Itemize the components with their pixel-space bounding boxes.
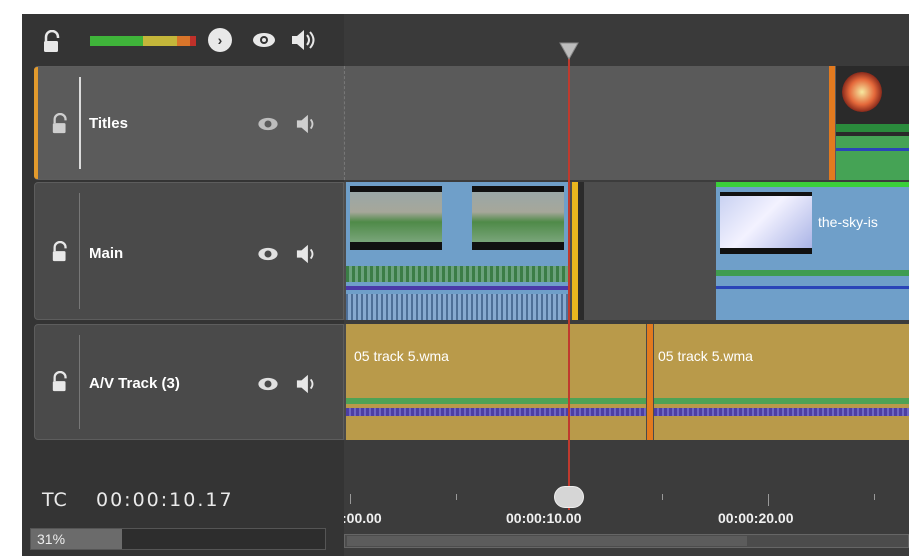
volume-line	[346, 286, 568, 290]
master-track-header: ›	[22, 14, 344, 66]
track-name: Titles	[89, 115, 128, 132]
speaker-icon[interactable]	[295, 113, 319, 135]
clip-line	[836, 148, 909, 151]
track-name: Main	[89, 245, 124, 262]
lock-icon[interactable]	[51, 371, 71, 393]
video-clip[interactable]	[346, 182, 568, 320]
ruler-tick	[768, 494, 769, 506]
audio-waveform	[654, 408, 909, 416]
clip-boundary-marker[interactable]	[647, 324, 653, 440]
selection-indicator	[34, 67, 38, 179]
ruler-label: :00.00	[344, 510, 382, 526]
clip-band	[716, 270, 909, 276]
scrubber-handle[interactable]	[554, 486, 584, 508]
eye-icon[interactable]	[257, 377, 279, 391]
audio-clip[interactable]: 05 track 5.wma	[654, 324, 909, 440]
eye-icon[interactable]	[257, 117, 279, 131]
timeline-top-bar	[344, 14, 909, 66]
speaker-icon[interactable]	[295, 373, 319, 395]
zoom-progress-bar[interactable]: 31%	[30, 528, 326, 550]
track-header-main[interactable]: Main	[34, 182, 344, 320]
clip-title: the-sky-is	[818, 214, 878, 230]
thumbnail	[472, 186, 564, 250]
audio-level-meter	[90, 36, 196, 46]
horizontal-scrollbar[interactable]	[344, 534, 909, 548]
main-lane: the-sky-is	[344, 182, 909, 320]
track-divider	[79, 335, 80, 429]
speaker-icon[interactable]	[290, 28, 316, 52]
audio-clip[interactable]: 05 track 5.wma	[346, 324, 646, 440]
track-divider	[79, 193, 80, 309]
thumbnail	[350, 186, 442, 250]
track-header-panel: › Titles Main A/V Track (3) TC 00:00:10.…	[22, 14, 344, 556]
timecode-value[interactable]: 00:00:10.17	[96, 489, 234, 511]
audio-waveform	[346, 266, 568, 282]
lock-icon[interactable]	[42, 30, 64, 54]
progress-percent: 31%	[37, 531, 66, 547]
thumbnail	[720, 192, 812, 254]
video-clip[interactable]: the-sky-is	[716, 182, 909, 320]
clip-band	[716, 182, 909, 187]
clip-band	[654, 398, 909, 404]
track-name: A/V Track (3)	[89, 375, 180, 392]
ruler-tick	[874, 494, 875, 500]
next-icon[interactable]: ›	[208, 28, 232, 52]
ruler-tick	[456, 494, 457, 500]
timecode-label: TC	[42, 489, 68, 511]
av-lane: 05 track 5.wma 05 track 5.wma	[344, 324, 909, 440]
playhead-triangle-icon[interactable]	[559, 42, 579, 65]
clip-boundary-marker[interactable]	[829, 66, 835, 180]
ruler-tick	[662, 494, 663, 500]
title-clip[interactable]	[836, 66, 909, 180]
playhead-line[interactable]	[568, 56, 570, 510]
audio-waveform	[346, 408, 646, 416]
ruler-label: 00:00:20.00	[718, 510, 794, 526]
eye-icon[interactable]	[252, 32, 276, 48]
ruler-tick	[350, 494, 351, 504]
scrollbar-thumb[interactable]	[347, 536, 747, 546]
clip-band	[836, 124, 909, 132]
clip-band	[346, 398, 646, 404]
clip-title: 05 track 5.wma	[658, 348, 753, 364]
track-divider	[79, 77, 81, 169]
timeline-area: the-sky-is 05 track 5.wma 05 track 5.wma	[344, 14, 909, 556]
ruler-label: 00:00:10.00	[506, 510, 582, 526]
track-header-av-track[interactable]: A/V Track (3)	[34, 324, 344, 440]
gap-shadow	[578, 182, 584, 320]
clip-title: 05 track 5.wma	[354, 348, 449, 364]
audio-waveform	[346, 294, 568, 320]
lock-icon[interactable]	[51, 113, 71, 135]
clip-band	[836, 136, 909, 180]
titles-lane	[344, 66, 909, 180]
timeline-editor: › Titles Main A/V Track (3) TC 00:00:10.…	[0, 0, 909, 559]
thumbnail	[842, 72, 882, 112]
eye-icon[interactable]	[257, 247, 279, 261]
track-header-titles[interactable]: Titles	[34, 66, 344, 180]
volume-line	[716, 286, 909, 289]
lock-icon[interactable]	[51, 241, 71, 263]
speaker-icon[interactable]	[295, 243, 319, 265]
